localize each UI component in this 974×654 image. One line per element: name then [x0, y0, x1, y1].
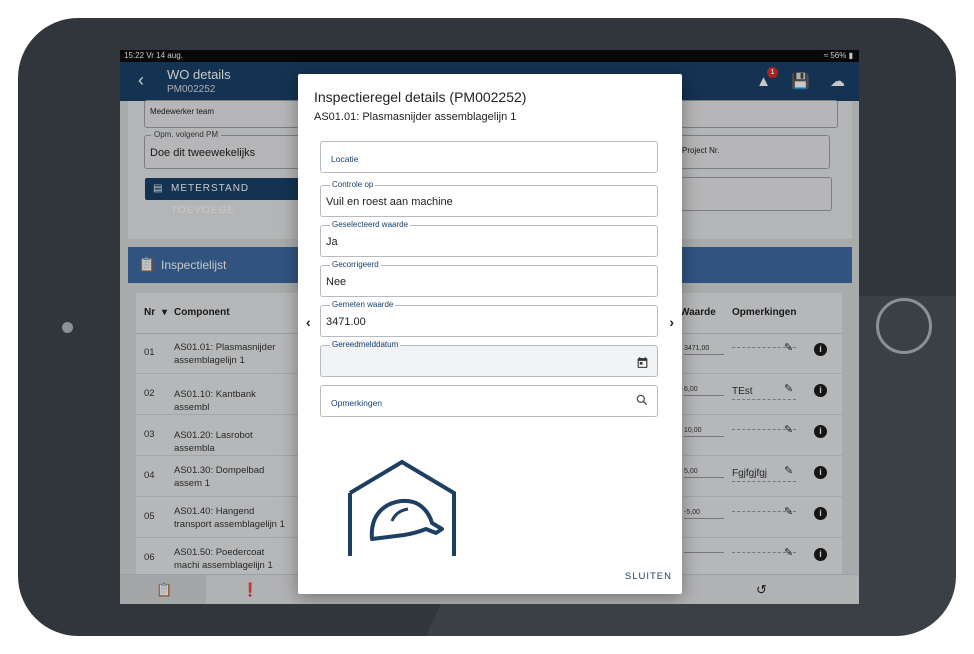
helmet-house-logo: [348, 459, 456, 556]
controle-op-value: Vuil en roest aan machine: [326, 196, 453, 208]
dialog-title: Inspectieregel details (PM002252): [314, 89, 527, 105]
gereedmelddatum-field[interactable]: Gereedmelddatum: [320, 340, 658, 377]
locatie-field[interactable]: Locatie: [320, 141, 658, 173]
gecorrigeerd-label: Gecorrigeerd: [330, 260, 381, 269]
gemeten-waarde-value: 3471.00: [326, 316, 366, 328]
gemeten-waarde-field[interactable]: Gemeten waarde 3471.00: [320, 300, 658, 337]
gereedmelddatum-label: Gereedmelddatum: [330, 340, 401, 349]
opmerkingen-label: Opmerkingen: [331, 398, 383, 408]
prev-arrow-icon[interactable]: ‹: [306, 314, 311, 330]
opmerkingen-field[interactable]: Opmerkingen: [320, 385, 658, 417]
controle-op-field[interactable]: Controle op Vuil en roest aan machine: [320, 180, 658, 217]
controle-op-label: Controle op: [330, 180, 376, 189]
geselecteerd-waarde-label: Geselecteerd waarde: [330, 220, 411, 229]
search-icon[interactable]: [635, 393, 649, 410]
geselecteerd-waarde-field[interactable]: Geselecteerd waarde Ja: [320, 220, 658, 257]
gecorrigeerd-value: Nee: [326, 276, 347, 288]
camera: [62, 322, 73, 333]
next-arrow-icon[interactable]: ›: [669, 314, 674, 330]
sluiten-button[interactable]: SLUITEN: [625, 571, 672, 582]
locatie-label: Locatie: [331, 154, 359, 164]
calendar-icon[interactable]: [636, 356, 649, 372]
gecorrigeerd-field[interactable]: Gecorrigeerd Nee: [320, 260, 658, 297]
gemeten-waarde-label: Gemeten waarde: [330, 300, 396, 309]
app-screen: 15:22 Vr 14 aug. ≈ 56% ▮ ‹ WO details PM…: [120, 50, 859, 604]
geselecteerd-waarde-value: Ja: [326, 236, 338, 248]
home-button[interactable]: [876, 298, 932, 354]
dialog-subtitle: AS01.01: Plasmasnijder assemblagelijn 1: [314, 111, 517, 123]
inspectieregel-dialog: Inspectieregel details (PM002252) AS01.0…: [298, 74, 682, 594]
